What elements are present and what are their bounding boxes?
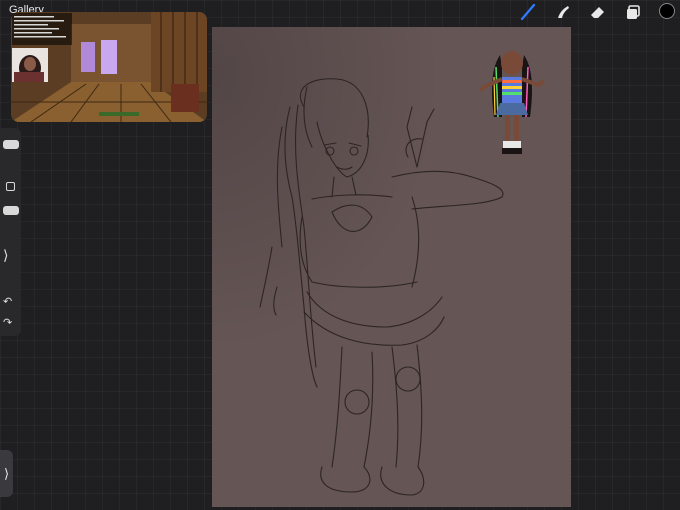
layers-icon[interactable]: [624, 3, 642, 21]
brush-icon[interactable]: [519, 3, 537, 21]
drawing-canvas[interactable]: [212, 27, 571, 507]
brush-size-slider[interactable]: [3, 140, 19, 149]
color-picker-button[interactable]: [659, 3, 675, 19]
opacity-slider[interactable]: [3, 206, 19, 215]
sidebar-expand-icon[interactable]: ⟩: [3, 248, 8, 262]
square-icon[interactable]: [6, 182, 15, 191]
eraser-icon[interactable]: [589, 3, 607, 21]
bottom-expand-tab[interactable]: ⟩: [0, 450, 13, 497]
left-sidebar: ⟩ ↶ ↷: [0, 128, 21, 336]
undo-icon[interactable]: ↶: [3, 296, 12, 308]
redo-icon[interactable]: ↷: [3, 317, 12, 329]
reference-video-overlay[interactable]: [11, 12, 207, 122]
reference-character: [478, 51, 546, 154]
smudge-icon[interactable]: [554, 3, 572, 21]
